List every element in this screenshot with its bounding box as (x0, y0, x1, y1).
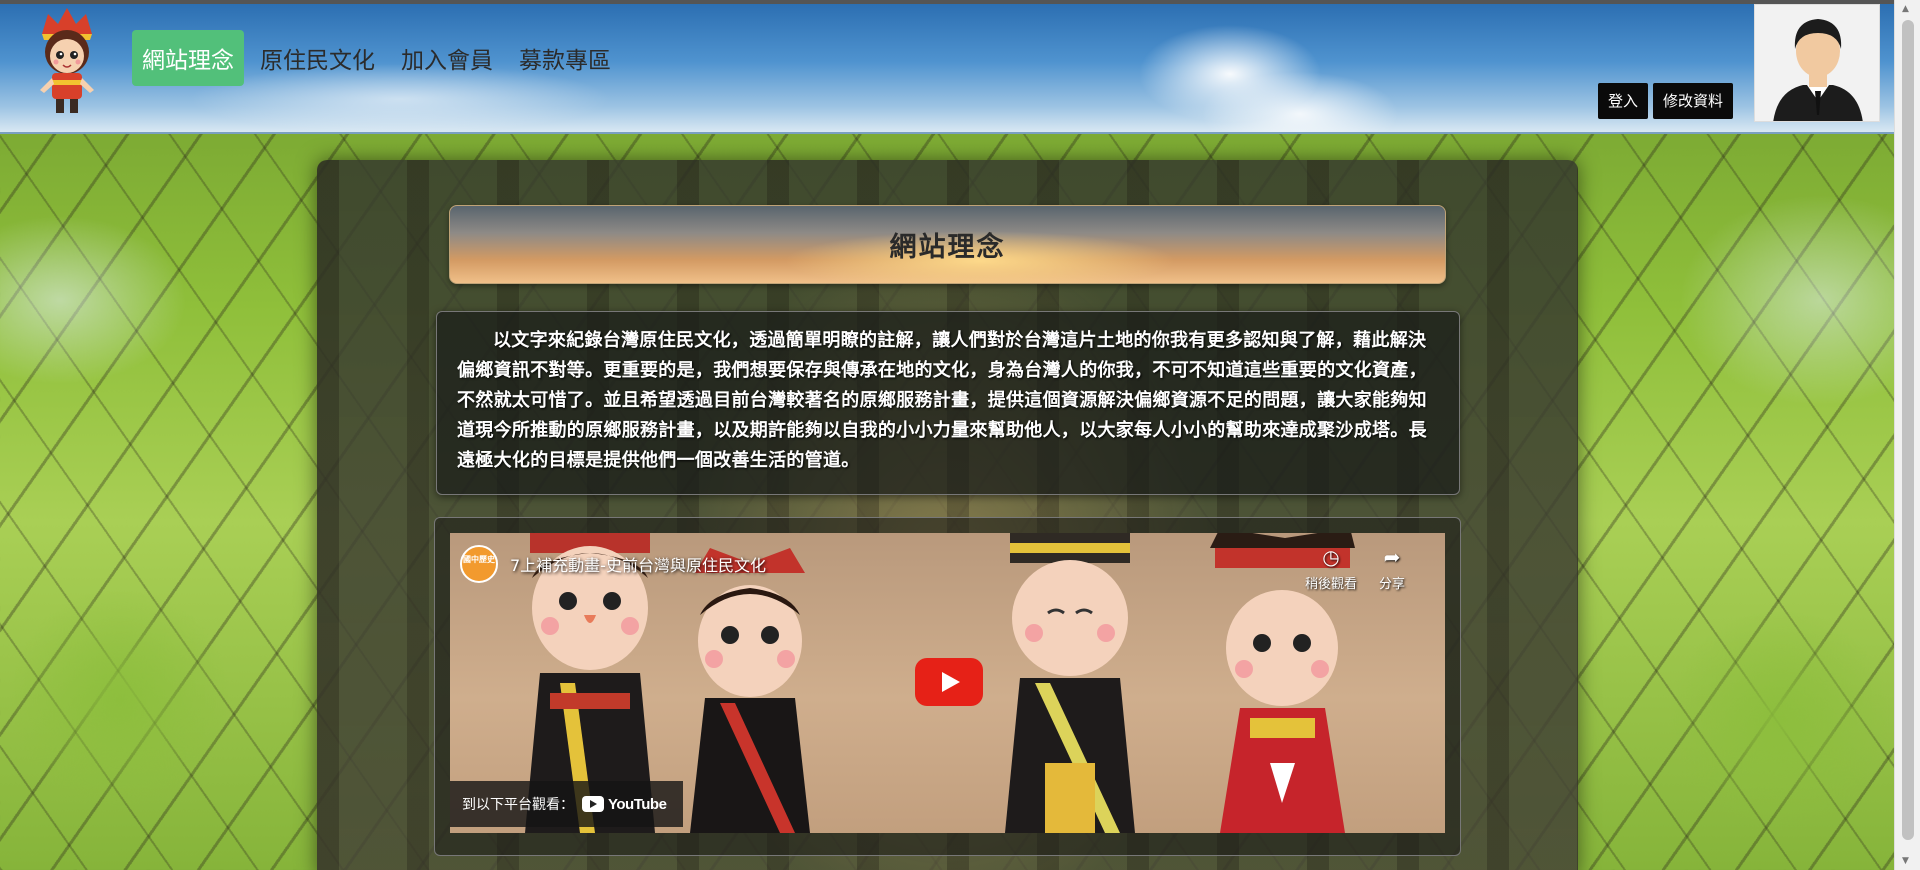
content-panel: 網站理念 以文字來紀錄台灣原住民文化，透過簡單明瞭的註解，讓人們對於台灣這片土地… (317, 160, 1578, 870)
title-banner: 網站理念 (449, 205, 1446, 284)
video-header: 國中歷史 7上補充動畫-史前台灣與原住民文化 (460, 545, 766, 583)
figure-left-girl (690, 548, 810, 833)
clock-icon: ◷ (1322, 545, 1340, 569)
scroll-down-icon[interactable]: ▼ (1902, 856, 1909, 866)
watch-later-label: 稍後觀看 (1304, 577, 1357, 592)
intro-box: 以文字來紀錄台灣原住民文化，透過簡單明瞭的註解，讓人們對於台灣這片土地的你我有更… (436, 311, 1460, 495)
share-button[interactable]: ➦ 分享 (1379, 545, 1405, 592)
video-actions: ◷ 稍後觀看 ➦ 分享 (1305, 545, 1405, 592)
main-nav: 網站理念 原住民文化 加入會員 募款專區 (132, 30, 621, 86)
scroll-up-icon[interactable]: ▲ (1902, 4, 1909, 14)
watch-later-button[interactable]: ◷ 稍後觀看 (1305, 545, 1357, 592)
watch-on-youtube[interactable]: 到以下平台觀看： YouTube (450, 781, 683, 827)
intro-text: 以文字來紀錄台灣原住民文化，透過簡單明瞭的註解，讓人們對於台灣這片土地的你我有更… (457, 330, 1427, 471)
page-scrollbar[interactable]: ▲ ▼ (1894, 0, 1920, 870)
nav-fundraising[interactable]: 募款專區 (509, 30, 621, 86)
user-silhouette-icon (1773, 19, 1863, 121)
channel-avatar[interactable]: 國中歷史 (460, 545, 498, 583)
edit-profile-button[interactable]: 修改資料 (1653, 83, 1734, 119)
share-arrow-icon: ➦ (1383, 545, 1401, 569)
nav-website-concept[interactable]: 網站理念 (132, 30, 244, 86)
scroll-thumb[interactable] (1902, 20, 1914, 840)
youtube-logo: YouTube (582, 795, 667, 813)
youtube-embed[interactable]: 國中歷史 7上補充動畫-史前台灣與原住民文化 ◷ 稍後觀看 ➦ 分享 到以下平台… (450, 533, 1445, 833)
page-title: 網站理念 (889, 232, 1006, 263)
share-label: 分享 (1378, 577, 1405, 592)
youtube-play-icon (582, 796, 604, 812)
figure-right-boy (1005, 533, 1135, 833)
login-button[interactable]: 登入 (1598, 83, 1649, 119)
mascot-logo[interactable] (28, 6, 106, 118)
auth-buttons: 登入 修改資料 (1598, 83, 1734, 119)
nav-indigenous-culture[interactable]: 原住民文化 (250, 30, 385, 86)
youtube-label: YouTube (608, 795, 667, 813)
nav-join-member[interactable]: 加入會員 (391, 30, 503, 86)
video-title[interactable]: 7上補充動畫-史前台灣與原住民文化 (510, 552, 766, 576)
avatar[interactable] (1754, 4, 1880, 122)
play-button[interactable] (915, 658, 983, 706)
site-header: 網站理念 原住民文化 加入會員 募款專區 登入 修改資料 (0, 4, 1894, 134)
watch-on-label: 到以下平台觀看： (462, 797, 574, 813)
video-frame: 國中歷史 7上補充動畫-史前台灣與原住民文化 ◷ 稍後觀看 ➦ 分享 到以下平台… (434, 517, 1461, 856)
